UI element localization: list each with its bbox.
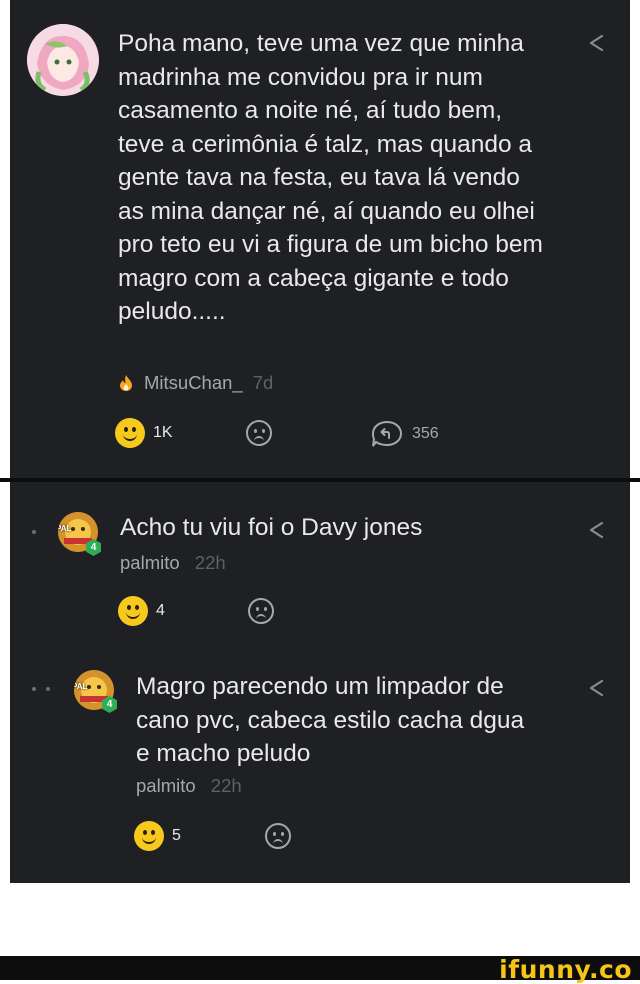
reply-button[interactable]: 356 <box>370 419 439 449</box>
smile-reaction[interactable]: 5 <box>134 821 181 851</box>
author-name[interactable]: MitsuChan_ <box>144 372 243 394</box>
avatar-image <box>27 24 99 96</box>
smile-reaction[interactable]: 4 <box>118 596 165 626</box>
comment-panel-replies: PAL 4 Acho tu viu foi o Davy jones palmi… <box>10 482 630 883</box>
frown-icon[interactable] <box>246 420 272 446</box>
share-icon[interactable] <box>586 520 606 540</box>
flame-icon <box>120 375 132 391</box>
timestamp: 7d <box>252 372 274 393</box>
avatar-label: PAL <box>74 682 88 691</box>
frown-icon[interactable] <box>248 598 274 624</box>
smile-icon <box>115 418 145 448</box>
watermark-strip: ifunny.co <box>0 955 640 984</box>
author-name[interactable]: palmito <box>120 552 180 573</box>
comment-meta: palmito 22h <box>136 775 242 797</box>
smile-icon <box>118 596 148 626</box>
smile-reaction[interactable]: 1K <box>115 418 173 448</box>
author-name[interactable]: palmito <box>136 775 196 796</box>
thread-dot <box>46 687 50 691</box>
smile-count: 5 <box>172 827 181 844</box>
avatar[interactable] <box>27 24 99 96</box>
share-icon[interactable] <box>586 678 606 698</box>
frown-icon[interactable] <box>265 823 291 849</box>
comment-meta: palmito 22h <box>120 552 226 574</box>
thread-dot <box>32 687 36 691</box>
comment-meta: MitsuChan_ 7d <box>118 372 273 394</box>
comment-text: Acho tu viu foi o Davy jones <box>120 514 423 541</box>
comment-text: Poha mano, teve uma vez que minha madrin… <box>118 30 543 325</box>
reply-icon <box>371 420 403 447</box>
smile-count: 1K <box>153 424 173 441</box>
share-icon[interactable] <box>586 33 606 53</box>
timestamp: 22h <box>194 552 226 573</box>
comment-text: Magro parecendo um limpador de cano pvc,… <box>136 673 525 767</box>
thread-dot <box>32 530 36 534</box>
smile-icon <box>134 821 164 851</box>
smile-count: 4 <box>156 602 165 619</box>
comment-panel-main: Poha mano, teve uma vez que minha madrin… <box>10 0 630 478</box>
reply-count: 356 <box>412 425 439 442</box>
timestamp: 22h <box>210 775 242 796</box>
avatar-label: PAL <box>58 524 72 533</box>
